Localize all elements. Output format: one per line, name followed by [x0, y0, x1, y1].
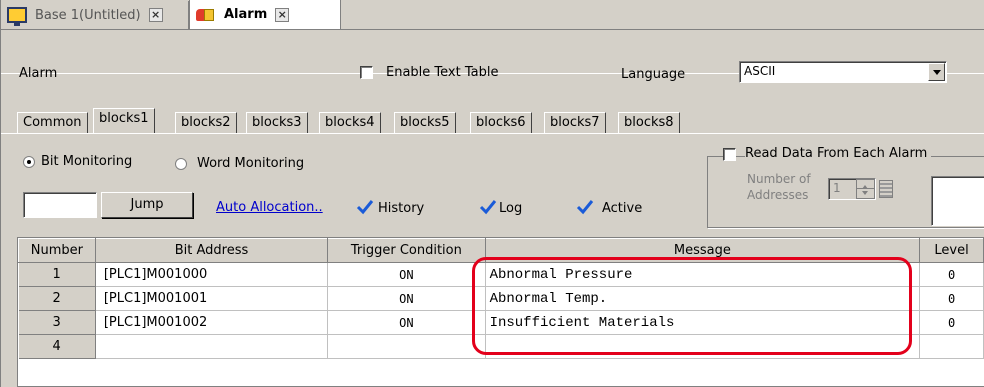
history-check-icon[interactable] [356, 198, 374, 216]
alarm-editor-window: Base 1(Untitled) × Alarm × Alarm Enable … [0, 0, 984, 387]
read-data-label: Read Data From Each Alarm [745, 146, 932, 161]
trigger-cell[interactable]: ON [327, 310, 486, 335]
number-of-addresses-label-2: Addresses [747, 188, 809, 202]
tab-divider [1, 133, 984, 134]
bit-address-cell[interactable] [95, 334, 329, 359]
header-number[interactable]: Number [18, 238, 96, 263]
language-label: Language [621, 67, 686, 82]
tab-blocks4[interactable]: blocks4 [319, 112, 381, 134]
page-title: Alarm [19, 66, 58, 81]
header-level[interactable]: Level [919, 238, 984, 263]
tab-base-1-label: Base 1(Untitled) [35, 7, 141, 23]
spin-button[interactable] [856, 179, 875, 199]
keypad-icon[interactable] [879, 180, 893, 198]
number-of-addresses-label: Number of [747, 172, 811, 186]
row-number: 1 [18, 262, 96, 287]
tab-blocks1[interactable]: blocks1 [93, 108, 155, 134]
active-check-icon[interactable] [576, 198, 594, 216]
block-tab-bar: Common blocks1 blocks2 blocks3 blocks4 b… [1, 108, 984, 134]
tab-blocks3[interactable]: blocks3 [246, 112, 308, 134]
word-monitoring-radio[interactable] [175, 158, 187, 170]
level-cell[interactable] [919, 334, 984, 359]
log-label: Log [499, 201, 523, 216]
tab-base-1[interactable]: Base 1(Untitled) × [1, 1, 189, 29]
tab-blocks5[interactable]: blocks5 [394, 112, 456, 134]
active-label: Active [602, 201, 643, 216]
bit-monitoring-radio[interactable] [23, 156, 35, 168]
alarm-bell-icon [196, 7, 216, 23]
word-monitoring-label: Word Monitoring [197, 156, 305, 171]
alarm-header: Alarm Enable Text Table Language ASCII [1, 30, 984, 83]
trigger-cell[interactable] [327, 334, 486, 359]
jump-button[interactable]: Jump [101, 192, 193, 218]
tab-blocks6[interactable]: blocks6 [470, 112, 532, 134]
bit-address-cell[interactable]: [PLC1]M001001 [95, 286, 329, 311]
bit-address-cell[interactable]: [PLC1]M001002 [95, 310, 329, 335]
document-tab-bar: Base 1(Untitled) × Alarm × [1, 0, 984, 30]
screen-icon [7, 7, 27, 26]
close-icon[interactable]: × [275, 7, 290, 22]
tab-common[interactable]: Common [17, 112, 88, 134]
tab-alarm-label: Alarm [224, 7, 268, 22]
auto-allocation-link[interactable]: Auto Allocation.. [216, 200, 323, 215]
language-select[interactable]: ASCII [739, 61, 947, 83]
tab-blocks2[interactable]: blocks2 [175, 112, 237, 134]
chevron-down-icon[interactable] [928, 63, 945, 81]
history-label: History [378, 201, 425, 216]
header-trigger-condition[interactable]: Trigger Condition [327, 238, 486, 263]
read-data-checkbox[interactable] [723, 148, 736, 161]
level-cell[interactable]: 0 [919, 262, 984, 287]
log-check-icon[interactable] [479, 198, 497, 216]
trigger-cell[interactable]: ON [327, 286, 486, 311]
level-cell[interactable]: 0 [919, 310, 984, 335]
trigger-cell[interactable]: ON [327, 262, 486, 287]
language-value: ASCII [744, 64, 776, 78]
tab-alarm[interactable]: Alarm × [189, 0, 341, 29]
header-bit-address[interactable]: Bit Address [94, 238, 329, 263]
enable-text-table-label: Enable Text Table [386, 65, 499, 80]
enable-text-table-checkbox[interactable] [360, 66, 373, 79]
row-number: 4 [18, 334, 96, 359]
bit-monitoring-label: Bit Monitoring [41, 154, 133, 169]
tab-blocks7[interactable]: blocks7 [544, 112, 606, 134]
level-cell[interactable]: 0 [919, 286, 984, 311]
close-icon[interactable]: × [148, 8, 163, 22]
address-input[interactable] [931, 176, 984, 226]
message-highlight-outline [472, 257, 912, 355]
tab-blocks8[interactable]: blocks8 [618, 112, 680, 134]
row-number: 2 [18, 286, 96, 311]
bit-address-cell[interactable]: [PLC1]M001000 [95, 262, 329, 287]
row-number: 3 [18, 310, 96, 335]
jump-input[interactable] [23, 192, 97, 218]
